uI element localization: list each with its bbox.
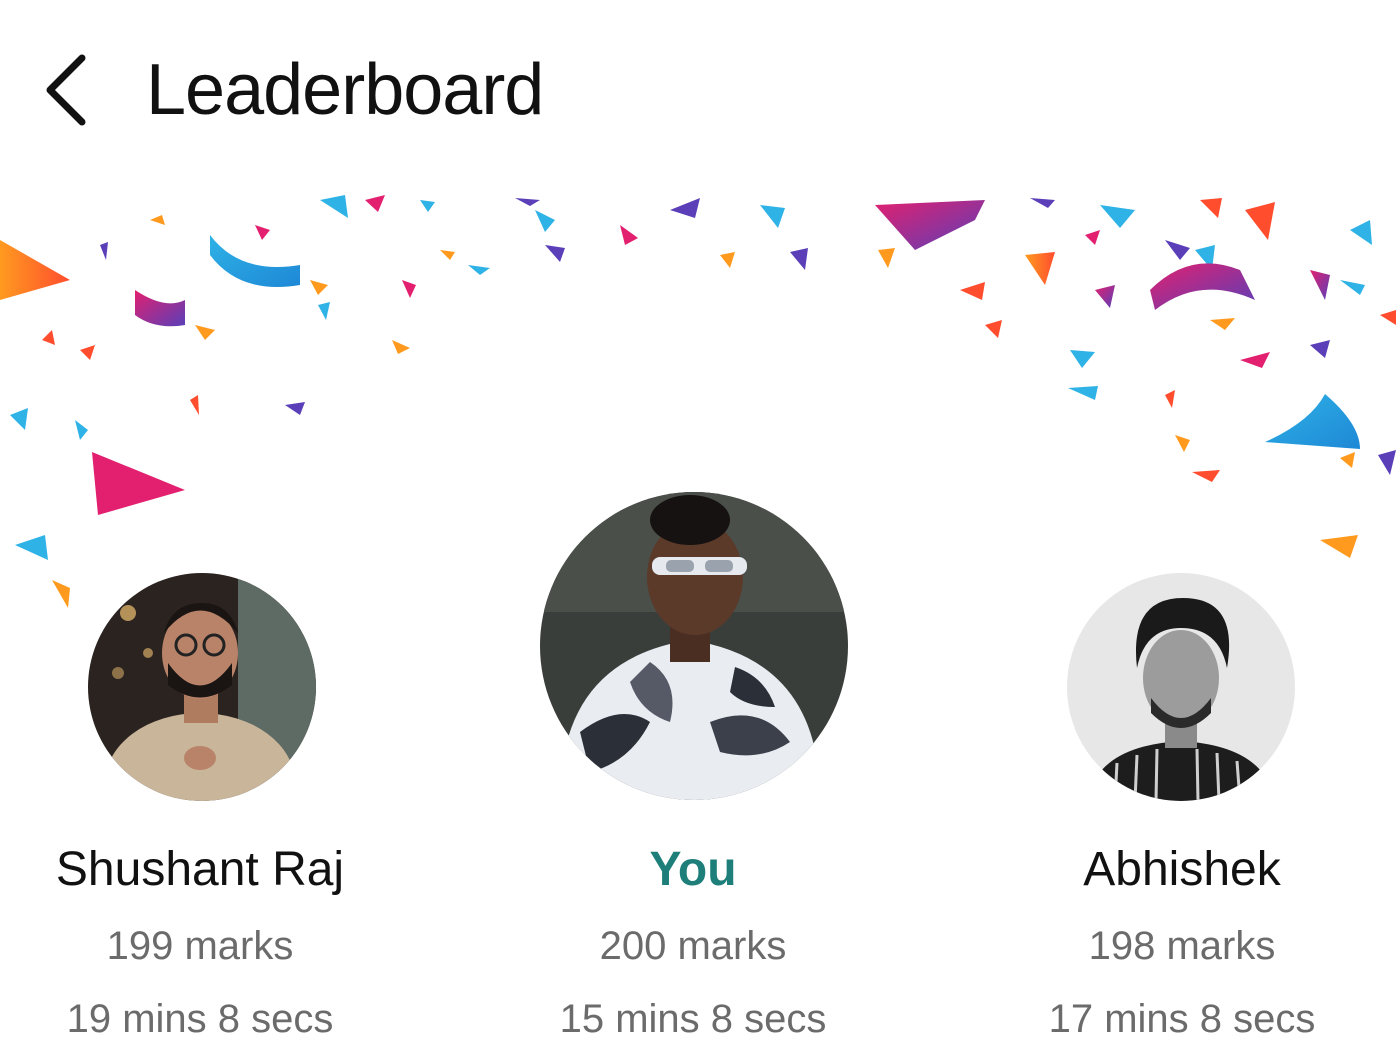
leader-card-you[interactable]: You 200 marks 15 mins 8 secs xyxy=(493,490,893,1041)
user-photo-avatar xyxy=(540,492,848,800)
leader-card-abhishek[interactable]: Abhishek 198 marks 17 mins 8 secs xyxy=(982,570,1382,1041)
user-photo-avatar[interactable] xyxy=(1067,573,1295,801)
leader-marks: 200 marks xyxy=(599,924,787,968)
leader-marks: 199 marks xyxy=(106,924,294,968)
leader-time: 17 mins 8 secs xyxy=(1048,997,1316,1041)
leader-card-shushant-raj[interactable]: Shushant Raj 199 marks 19 mins 8 secs xyxy=(0,570,400,1041)
leader-marks: 198 marks xyxy=(1088,924,1276,968)
user-photo-avatar[interactable] xyxy=(540,492,848,800)
leader-name: Abhishek xyxy=(1083,843,1281,896)
back-button[interactable] xyxy=(30,40,110,140)
leader-time: 19 mins 8 secs xyxy=(66,997,334,1041)
leader-time: 15 mins 8 secs xyxy=(559,997,827,1041)
user-photo-avatar xyxy=(1067,573,1295,801)
top-app-bar: Leaderboard xyxy=(0,0,1396,180)
user-photo-avatar[interactable] xyxy=(88,573,316,801)
leader-name: Shushant Raj xyxy=(55,843,345,896)
user-photo-avatar xyxy=(88,573,316,801)
chevron-left-icon xyxy=(46,54,86,126)
page-title: Leaderboard xyxy=(146,50,544,130)
leader-name-you: You xyxy=(649,843,737,896)
